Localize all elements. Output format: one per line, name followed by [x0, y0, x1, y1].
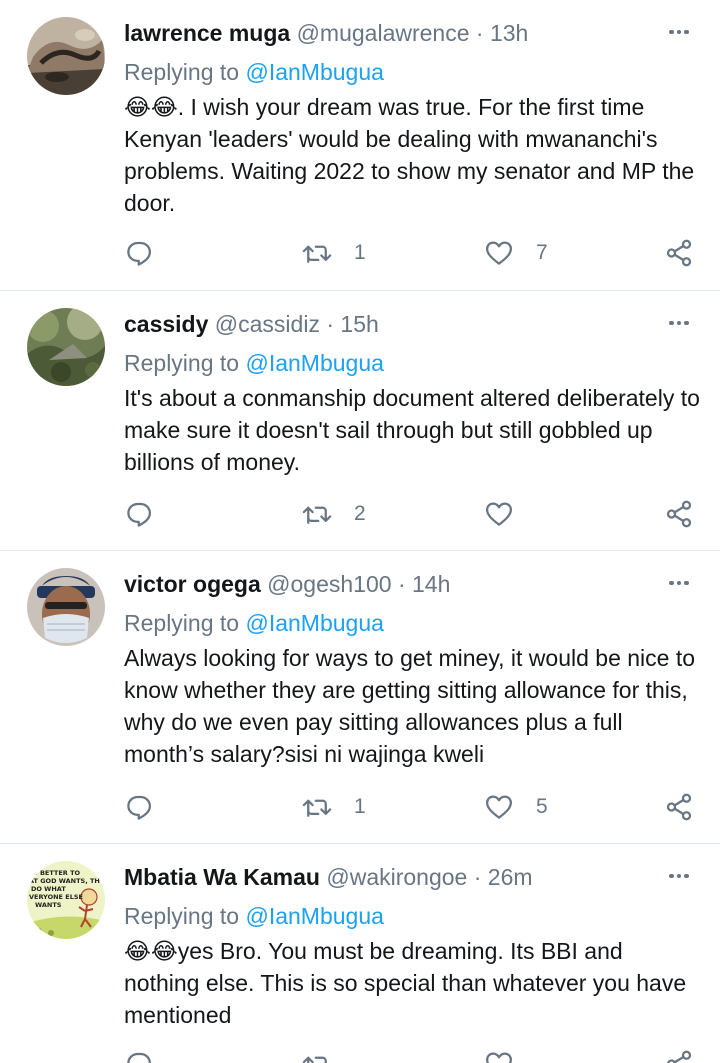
reply-button[interactable] — [124, 497, 176, 531]
retweet-icon — [302, 1056, 327, 1063]
user-handle[interactable]: @mugalawrence — [297, 20, 470, 46]
avatar-text-3: DO WHAT — [31, 885, 66, 893]
retweet-icon — [302, 799, 332, 817]
mention-link[interactable]: @IanMbugua — [245, 610, 383, 636]
tweet-actions: 2 — [124, 497, 704, 531]
heart-icon — [486, 1052, 512, 1063]
tweet[interactable]: S BETTER TO AT GOD WANTS, TH DO WHAT VER… — [0, 844, 720, 1063]
user-handle[interactable]: @ogesh100 — [267, 571, 391, 597]
reply-icon — [127, 241, 151, 266]
user-handle[interactable]: @wakirongoe — [326, 864, 467, 890]
avatar[interactable] — [27, 17, 105, 95]
tweet[interactable]: victor ogega @ogesh100 · 14h Replying to… — [0, 551, 720, 844]
masked-person-avatar-icon — [27, 568, 105, 646]
tweet[interactable]: cassidy @cassidiz · 15h Replying to @Ian… — [0, 291, 720, 551]
heart-icon — [486, 795, 512, 819]
timestamp[interactable]: 13h — [490, 20, 528, 46]
share-icon — [666, 239, 692, 267]
retweet-button[interactable]: 1 — [302, 790, 366, 824]
like-button[interactable] — [484, 497, 536, 531]
replying-to: Replying to @IanMbugua — [124, 901, 384, 931]
display-name[interactable]: Mbatia Wa Kamau — [124, 864, 320, 890]
avatar[interactable]: S BETTER TO AT GOD WANTS, TH DO WHAT VER… — [27, 861, 105, 939]
separator-dot: · — [397, 571, 406, 597]
cartoon-avatar-icon: S BETTER TO AT GOD WANTS, TH DO WHAT VER… — [27, 861, 105, 939]
avatar-text-2: AT GOD WANTS, TH — [29, 877, 100, 885]
reply-button[interactable] — [124, 1047, 154, 1063]
tweet[interactable]: lawrence muga @mugalawrence · 13h Replyi… — [0, 0, 720, 291]
share-button[interactable] — [664, 790, 694, 824]
reply-icon — [127, 795, 151, 820]
tweet-actions: 1 5 — [124, 790, 704, 824]
timestamp[interactable]: 26m — [488, 864, 533, 890]
user-handle[interactable]: @cassidiz — [215, 311, 320, 337]
reply-button[interactable] — [124, 236, 176, 270]
display-name[interactable]: cassidy — [124, 311, 208, 337]
retweet-button[interactable]: 1 — [302, 236, 366, 270]
retweet-count: 2 — [354, 502, 366, 525]
more-options-icon[interactable] — [666, 863, 692, 889]
avatar[interactable] — [27, 568, 105, 646]
retweet-button[interactable] — [302, 1047, 332, 1063]
mention-link[interactable]: @IanMbugua — [245, 350, 383, 376]
tweet-text: 😂😂. I wish your dream was true. For the … — [124, 94, 695, 216]
avatar-text-4: VERYONE ELSE — [29, 893, 83, 901]
mention-link[interactable]: @IanMbugua — [245, 903, 383, 929]
avatar-text-1: S BETTER TO — [33, 869, 80, 877]
avatar-text-5: WANTS — [35, 901, 62, 909]
tweet-header: victor ogega @ogesh100 · 14h — [124, 569, 630, 599]
share-icon — [666, 793, 692, 821]
retweet-button[interactable]: 2 — [302, 497, 366, 531]
retweet-count: 1 — [354, 795, 366, 818]
replying-to-label: Replying to — [124, 350, 240, 376]
replying-to: Replying to @IanMbugua — [124, 57, 384, 87]
like-count: 5 — [536, 795, 548, 818]
tweet-text: 😂😂yes Bro. You must be dreaming. Its BBI… — [124, 938, 687, 1028]
replying-to-label: Replying to — [124, 59, 240, 85]
like-button[interactable] — [484, 1047, 514, 1063]
reply-icon — [127, 1052, 151, 1063]
replying-to: Replying to @IanMbugua — [124, 348, 384, 378]
more-options-icon[interactable] — [666, 19, 692, 45]
more-options-icon[interactable] — [666, 310, 692, 336]
like-button[interactable]: 5 — [484, 790, 548, 824]
replying-to-label: Replying to — [124, 610, 240, 636]
separator-dot: · — [326, 311, 335, 337]
share-button[interactable] — [664, 236, 694, 270]
reply-icon — [127, 502, 151, 527]
timestamp[interactable]: 15h — [340, 311, 378, 337]
retweet-icon — [302, 506, 332, 524]
heart-icon — [486, 502, 512, 526]
more-options-icon[interactable] — [666, 570, 692, 596]
share-button[interactable] — [664, 497, 694, 531]
forest-photo-avatar-icon — [27, 308, 105, 386]
like-button[interactable]: 7 — [484, 236, 548, 270]
timestamp[interactable]: 14h — [412, 571, 450, 597]
separator-dot: · — [475, 20, 484, 46]
tweet-header: cassidy @cassidiz · 15h — [124, 309, 630, 339]
separator-dot: · — [473, 864, 482, 890]
share-icon — [666, 1050, 692, 1063]
retweet-icon — [302, 245, 332, 263]
tweet-header: lawrence muga @mugalawrence · 13h — [124, 18, 630, 48]
replying-to-label: Replying to — [124, 903, 240, 929]
retweet-count: 1 — [354, 241, 366, 264]
mention-link[interactable]: @IanMbugua — [245, 59, 383, 85]
avatar[interactable] — [27, 308, 105, 386]
reply-button[interactable] — [124, 790, 176, 824]
tweet-actions — [124, 1047, 704, 1063]
display-name[interactable]: lawrence muga — [124, 20, 290, 46]
tweet-actions: 1 7 — [124, 236, 704, 270]
tweet-header: Mbatia Wa Kamau @wakirongoe · 26m — [124, 862, 630, 892]
replying-to: Replying to @IanMbugua — [124, 608, 384, 638]
display-name[interactable]: victor ogega — [124, 571, 261, 597]
heart-icon — [486, 241, 512, 265]
like-count: 7 — [536, 241, 548, 264]
share-icon — [666, 500, 692, 528]
rock-photo-avatar-icon — [27, 17, 105, 95]
tweet-text: It's about a conmanship document altered… — [124, 385, 700, 475]
share-button[interactable] — [664, 1047, 694, 1063]
tweet-text: Always looking for ways to get miney, it… — [124, 645, 696, 767]
